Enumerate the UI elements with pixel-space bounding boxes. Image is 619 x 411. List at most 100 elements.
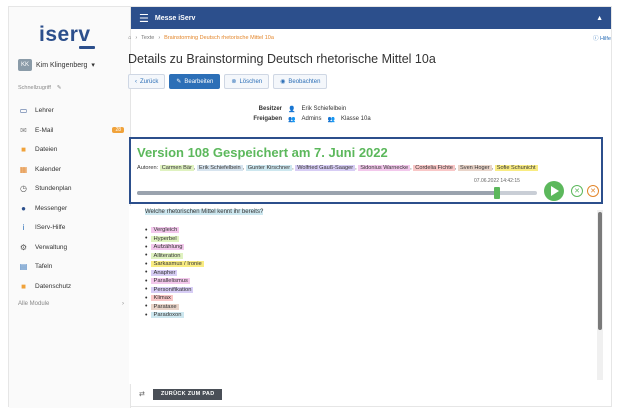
author-chip: Sven Hoger	[458, 165, 492, 171]
clock-icon: ◷	[20, 184, 27, 194]
list-item: Klimax	[145, 294, 204, 303]
watch-button[interactable]: ◉ Beobachten	[273, 74, 328, 89]
author-chip: Erik Schiefelbein	[197, 165, 243, 171]
board-icon: ▤	[19, 262, 28, 272]
group-icon: 👥	[327, 116, 335, 123]
author-chip: Carmen Bär	[159, 165, 194, 171]
author-chip: Sofie Schunicht	[494, 165, 538, 171]
back-button[interactable]: ‹ Zurück	[128, 74, 166, 89]
slider-fill	[137, 191, 497, 195]
slider-handle[interactable]	[494, 187, 500, 199]
sidebar-item-label: Messenger	[35, 204, 68, 212]
logo-text: iserv	[39, 23, 91, 46]
pad-question: Welche rhetorischen Mittel kennt ihr ber…	[143, 209, 265, 215]
calendar-icon: ▦	[19, 164, 28, 174]
eye-icon: ◉	[280, 79, 286, 85]
list-item: Parataxe	[145, 303, 204, 312]
folder-icon: ■	[21, 281, 26, 291]
list-item-text: Vergleich	[151, 227, 180, 234]
unread-badge: 28	[112, 127, 124, 134]
sidebar-item-tafeln[interactable]: ▤ Tafeln	[18, 257, 124, 277]
arrow-left-icon: ‹	[135, 78, 137, 85]
breadcrumb-item-texte[interactable]: Texte	[141, 35, 154, 41]
owner-value: Erik Schiefelbein	[301, 106, 347, 112]
user-menu[interactable]: KK Kim Klingenberg ▾	[18, 59, 95, 71]
sidebar-item-label: Kalender	[35, 165, 62, 173]
author-separator: ,	[491, 165, 494, 171]
pad-editor[interactable]: Welche rhetorischen Mittel kennt ihr ber…	[129, 206, 603, 384]
scrollbar-thumb[interactable]	[598, 212, 602, 330]
help-link[interactable]: ⓘ Hilfe	[593, 34, 611, 42]
delete-button[interactable]: ⊗ Löschen	[224, 74, 270, 89]
sidebar-nav: ▭ Lehrer ✉ E-Mail 28 ■ Dateien ▦ Kalende…	[18, 101, 124, 296]
sidebar-item-email[interactable]: ✉ E-Mail 28	[18, 121, 124, 141]
sidebar-item-label: Tafeln	[35, 263, 53, 271]
author-chip: Cordelia Fichte	[413, 165, 455, 171]
sidebar-item-dateien[interactable]: ■ Dateien	[18, 140, 124, 160]
version-history-panel: Version 108 Gespeichert am 7. Juni 2022 …	[129, 137, 603, 204]
editor-scrollbar[interactable]	[597, 210, 603, 380]
hamburger-menu-icon[interactable]: ☰	[139, 12, 149, 25]
watch-label: Beobachten	[288, 78, 321, 85]
list-item: Alliteration	[145, 252, 204, 261]
sidebar-item-datenschutz[interactable]: ■ Datenschutz	[18, 277, 124, 297]
swap-icon[interactable]: ⇄	[139, 390, 145, 398]
back-to-pad-button[interactable]: ZURÜCK ZUM PAD	[152, 388, 223, 400]
list-item: Anapher	[145, 269, 204, 278]
sidebar-item-kalender[interactable]: ▦ Kalender	[18, 160, 124, 180]
sidebar-item-label: IServ-Hilfe	[35, 224, 66, 232]
messenger-icon: ●	[21, 203, 26, 213]
edit-button[interactable]: ✎ Bearbeiten	[169, 74, 221, 89]
sidebar-item-lehrer[interactable]: ▭ Lehrer	[18, 101, 124, 121]
all-modules-link[interactable]: Alle Module ›	[18, 301, 124, 307]
avatar: KK	[18, 59, 32, 71]
sidebar-item-stundenplan[interactable]: ◷ Stundenplan	[18, 179, 124, 199]
list-item-text: Klimax	[151, 295, 173, 302]
mail-icon: ✉	[20, 125, 27, 135]
breadcrumb-separator: ›	[158, 35, 161, 41]
list-item: Vergleich	[145, 226, 204, 235]
play-button[interactable]	[544, 181, 564, 201]
cancel-button[interactable]: ✕	[587, 185, 599, 197]
chevron-right-icon: ›	[122, 301, 124, 307]
author-separator: ,	[193, 165, 196, 171]
pad-list: VergleichHyperbel AufzählungAlliteration S…	[145, 226, 204, 320]
sidebar-item-messenger[interactable]: ● Messenger	[18, 199, 124, 219]
list-item-text: Parataxe	[151, 303, 179, 310]
user-name: Kim Klingenberg	[36, 61, 88, 69]
author-chip: Wolfried Gauß-Saager	[295, 165, 356, 171]
author-separator: ,	[292, 165, 294, 171]
authors-label: Autoren:	[137, 165, 159, 171]
iserv-logo[interactable]: iserv	[39, 23, 95, 49]
list-item: Aufzählung	[145, 243, 204, 252]
sidebar-item-label: Dateien	[35, 146, 58, 154]
pencil-icon[interactable]: ✎	[57, 85, 62, 91]
restore-button[interactable]: ✕	[571, 185, 583, 197]
owner-row: Besitzer 👤 Erik Schiefelbein	[244, 104, 371, 114]
app-title: Messe iServ	[154, 14, 196, 22]
help-icon: ⓘ	[592, 36, 599, 42]
back-label: Zurück	[140, 78, 159, 85]
sidebar-item-iserv-hilfe[interactable]: i IServ-Hilfe	[18, 218, 124, 238]
question-text: Welche rhetorischen Mittel kennt ihr ber…	[145, 209, 264, 215]
notification-icon[interactable]: ▲	[596, 15, 603, 22]
trash-icon: ⊗	[231, 79, 237, 85]
list-item-text: Hyperbel	[151, 235, 179, 242]
shares-value-2: Klasse 10a	[340, 116, 371, 122]
owner-label: Besitzer	[258, 106, 282, 112]
home-icon[interactable]: ⌂	[128, 35, 131, 41]
version-slider[interactable]	[137, 187, 537, 199]
list-item-text: Sarkasmus / Ironie	[151, 261, 204, 268]
details-list: Besitzer 👤 Erik Schiefelbein Freigaben 👥…	[244, 104, 371, 124]
sidebar-item-label: Lehrer	[35, 107, 54, 115]
close-icon: ✕	[590, 188, 596, 195]
sidebar-item-label: Datenschutz	[35, 282, 72, 290]
version-title: Version 108 Gespeichert am 7. Juni 2022	[137, 145, 388, 160]
list-item-text: Paradoxon	[151, 312, 184, 319]
list-item: Parallelismus	[145, 277, 204, 286]
shares-label: Freigaben	[253, 116, 282, 122]
author-chip: Gunter Kirschner	[245, 165, 293, 171]
all-modules-label: Alle Module	[18, 301, 50, 307]
author-separator: ,	[355, 165, 357, 171]
sidebar-item-verwaltung[interactable]: ⚙ Verwaltung	[18, 238, 124, 258]
